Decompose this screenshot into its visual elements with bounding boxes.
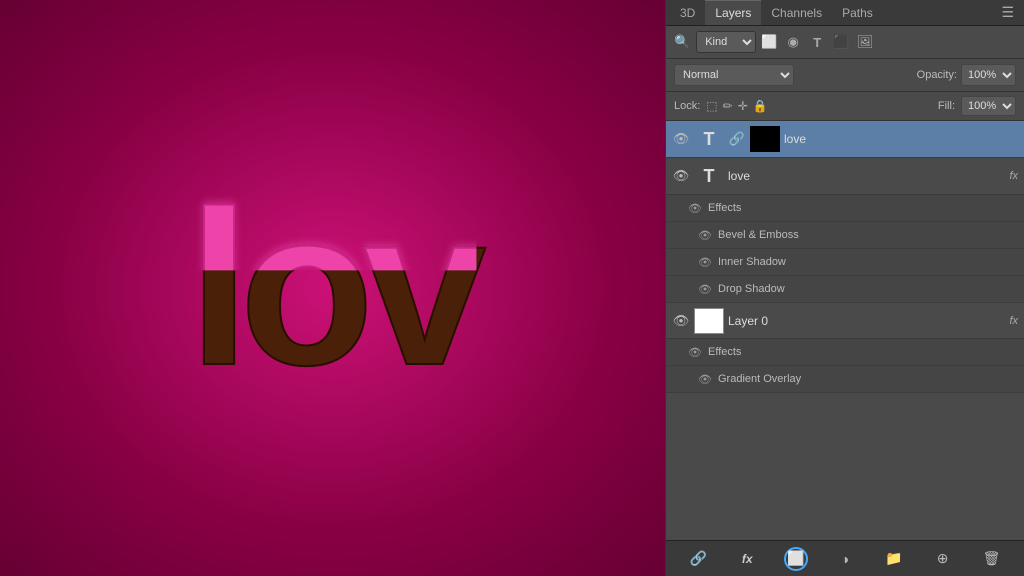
visibility-icon-love[interactable]: 👁	[672, 167, 690, 185]
effects2-label: Effects	[708, 346, 1018, 358]
effects-label: Effects	[708, 202, 1018, 214]
gradient-overlay-label: Gradient Overlay	[718, 373, 1018, 385]
lock-icons: ⬚ ✏ ✛ 🔒	[706, 99, 767, 113]
kind-select[interactable]: Kind	[696, 31, 756, 53]
adjustment-button[interactable]: ◑	[833, 547, 857, 571]
visibility-drop-shadow[interactable]: 👁	[696, 280, 714, 298]
filter-row: 🔍 Kind ⬜ ◉ T ⬛ 🖼	[666, 26, 1024, 59]
lock-label: Lock:	[674, 100, 700, 112]
visibility-gradient[interactable]: 👁	[696, 370, 714, 388]
layer-mask-thumb	[750, 126, 780, 152]
filter-text-icon[interactable]: T	[808, 35, 826, 50]
layer-name-love: love	[728, 169, 1005, 183]
fill-label: Fill:	[938, 100, 955, 112]
folder-button[interactable]: 📁	[882, 547, 906, 571]
visibility-icon-love-selected[interactable]: 👁	[672, 130, 690, 148]
link-icon-love: 🔗	[728, 130, 746, 148]
layer-drop-shadow[interactable]: 👁 Drop Shadow	[666, 276, 1024, 303]
blend-row: Normal Opacity: 100%	[666, 59, 1024, 92]
delete-button[interactable]: 🗑	[979, 547, 1003, 571]
panels-area: 3D Layers Channels Paths ☰ 🔍 Kind ⬜ ◉ T …	[665, 0, 1024, 576]
canvas: lov lov	[0, 0, 665, 576]
opacity-select[interactable]: 100%	[961, 64, 1016, 86]
visibility-effects[interactable]: 👁	[686, 199, 704, 217]
filter-shape-icon[interactable]: ⬛	[832, 34, 850, 50]
drop-shadow-label: Drop Shadow	[718, 283, 1018, 295]
add-mask-button[interactable]: ⬜	[784, 547, 808, 571]
filter-adjust-icon[interactable]: ◉	[784, 34, 802, 50]
lock-row: Lock: ⬚ ✏ ✛ 🔒 Fill: 100%	[666, 92, 1024, 121]
layer-text-icon: T	[694, 162, 724, 190]
tab-3d[interactable]: 3D	[670, 0, 705, 25]
layer-item-love-selected[interactable]: 👁 T 🔗 love	[666, 121, 1024, 158]
layer-item-love-text[interactable]: 👁 T love fx	[666, 158, 1024, 195]
visibility-effects2[interactable]: 👁	[686, 343, 704, 361]
search-icon: 🔍	[674, 34, 690, 50]
layer-bevel-emboss[interactable]: 👁 Bevel & Emboss	[666, 222, 1024, 249]
layer-name-love-selected: love	[784, 132, 1018, 146]
tab-channels[interactable]: Channels	[761, 0, 832, 25]
layer-inner-shadow[interactable]: 👁 Inner Shadow	[666, 249, 1024, 276]
lock-all-icon[interactable]: 🔒	[753, 99, 768, 113]
layer-text-icon-selected: T	[694, 125, 724, 153]
bottom-toolbar: 🔗 fx ⬜ ◑ 📁 ⊕ 🗑	[666, 540, 1024, 576]
layers-list: 👁 T 🔗 love 👁 T love fx 👁 Effects 👁 Bevel…	[666, 121, 1024, 540]
lock-brush-icon[interactable]: ✏	[723, 99, 733, 113]
visibility-icon-layer0[interactable]: 👁	[672, 312, 690, 330]
layer-item-layer0[interactable]: 👁 Layer 0 fx	[666, 303, 1024, 339]
bevel-emboss-label: Bevel & Emboss	[718, 229, 1018, 241]
layer-gradient-overlay[interactable]: 👁 Gradient Overlay	[666, 366, 1024, 393]
new-layer-button[interactable]: ⊕	[931, 547, 955, 571]
layer0-effects-header[interactable]: 👁 Effects	[666, 339, 1024, 366]
lock-checkerboard-icon[interactable]: ⬚	[706, 99, 717, 113]
tab-paths[interactable]: Paths	[832, 0, 883, 25]
visibility-inner-shadow[interactable]: 👁	[696, 253, 714, 271]
tab-bar: 3D Layers Channels Paths ☰	[666, 0, 1024, 26]
lock-move-icon[interactable]: ✛	[738, 99, 748, 113]
tab-layers[interactable]: Layers	[705, 0, 761, 25]
fx-button[interactable]: fx	[735, 547, 759, 571]
visibility-bevel[interactable]: 👁	[696, 226, 714, 244]
blend-mode-select[interactable]: Normal	[674, 64, 794, 86]
love-text-container: lov lov	[189, 178, 477, 398]
opacity-label: Opacity:	[917, 69, 957, 81]
layer0-name: Layer 0	[728, 314, 1005, 328]
layer-effects-header[interactable]: 👁 Effects	[666, 195, 1024, 222]
filter-smart-icon[interactable]: 🖼	[856, 34, 874, 50]
fx-badge-layer0: fx	[1009, 315, 1018, 327]
fill-select[interactable]: 100%	[961, 96, 1016, 116]
filter-pixel-icon[interactable]: ⬜	[760, 34, 778, 50]
panel-menu-icon[interactable]: ☰	[995, 4, 1020, 21]
link-layers-button[interactable]: 🔗	[686, 547, 710, 571]
filter-icons: ⬜ ◉ T ⬛ 🖼	[760, 34, 874, 50]
fx-badge-love: fx	[1009, 170, 1018, 182]
layer0-thumb	[694, 308, 724, 334]
inner-shadow-label: Inner Shadow	[718, 256, 1018, 268]
